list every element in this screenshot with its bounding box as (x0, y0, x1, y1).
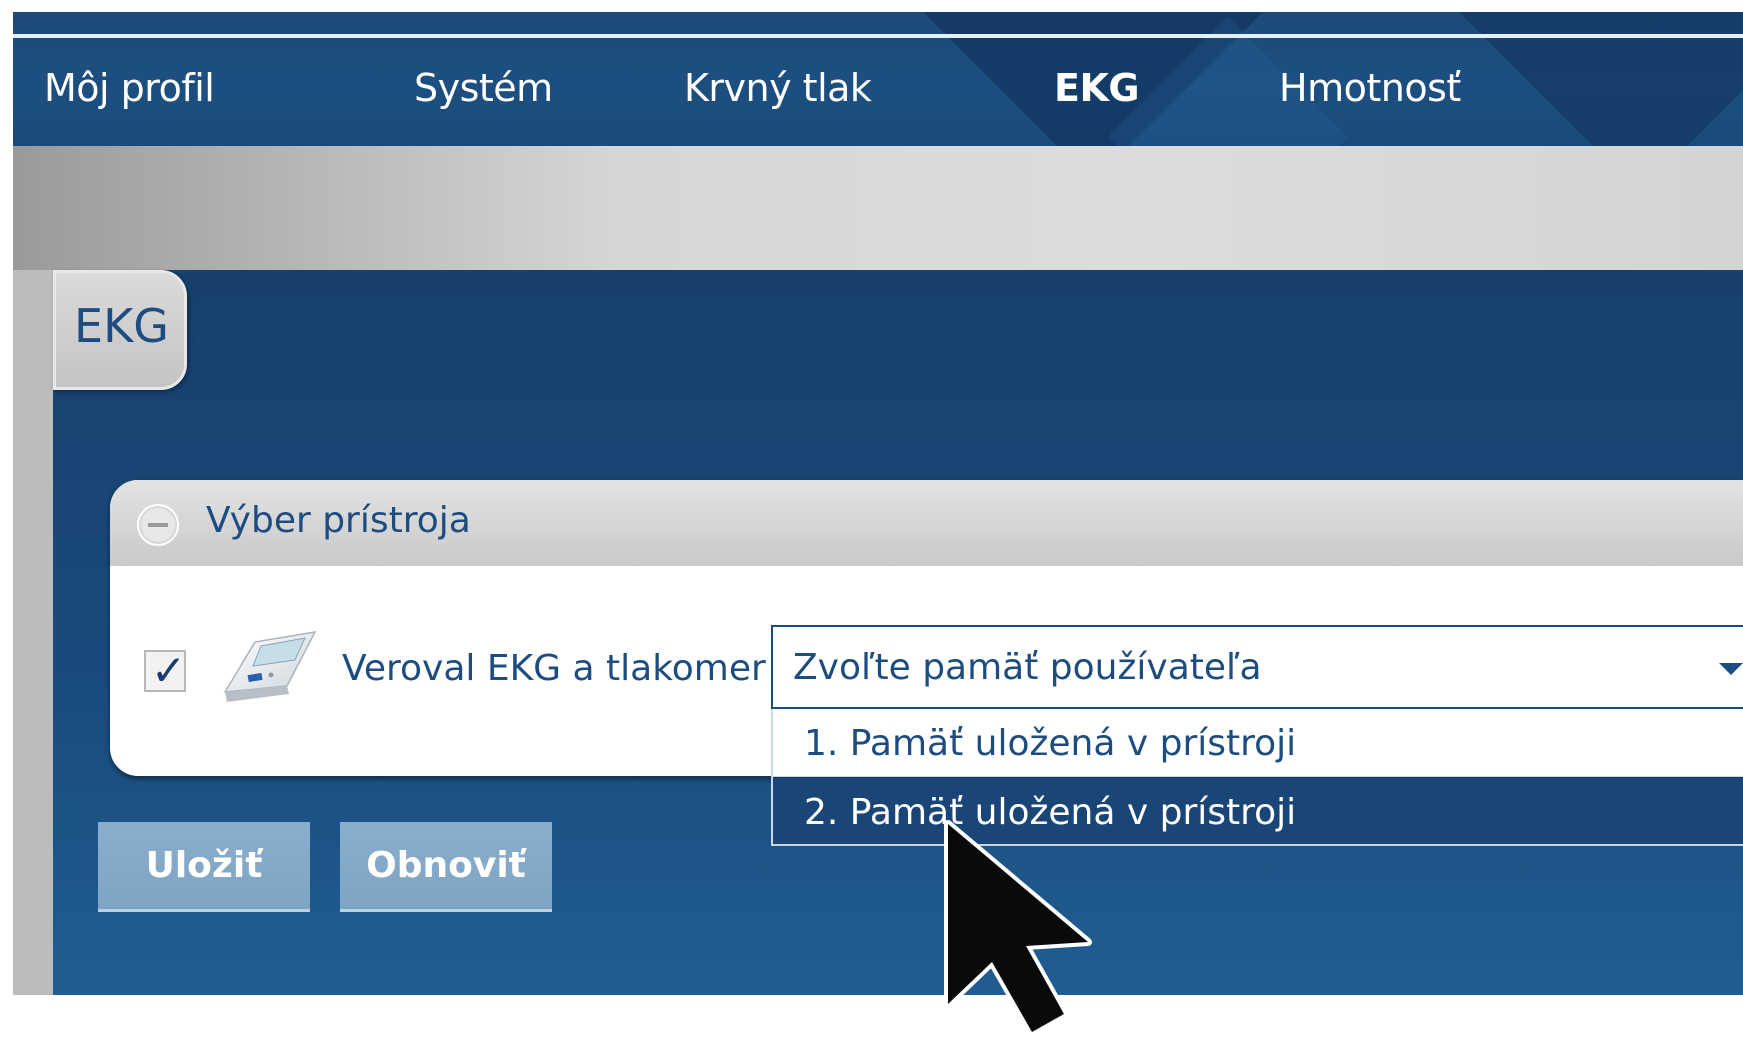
dropdown-option[interactable]: 1. Pamäť uložená v prístroji (773, 709, 1743, 777)
nav-item-system[interactable]: Systém (414, 66, 553, 110)
dropdown-option-label: 1. Pamäť uložená v prístroji (804, 723, 1297, 764)
select-placeholder: Zvoľte pamäť používateľa (793, 647, 1262, 688)
nav-decoration (1442, 12, 1743, 146)
minus-circle-icon[interactable] (137, 504, 179, 546)
save-button[interactable]: Uložiť (98, 822, 310, 912)
left-strip (13, 270, 53, 995)
section-tab-ekg: EKG (53, 270, 187, 390)
card-title: Výber prístroja (206, 500, 471, 541)
chevron-down-icon[interactable] (1719, 663, 1743, 675)
card-header[interactable]: Výber prístroja (110, 480, 1743, 566)
top-navigation (13, 12, 1743, 146)
dropdown-option-highlighted[interactable]: 2. Pamäť uložená v prístroji (773, 778, 1743, 846)
nav-item-weight[interactable]: Hmotnosť (1279, 66, 1461, 110)
user-memory-select[interactable]: Zvoľte pamäť používateľa (771, 625, 1743, 709)
nav-item-blood-pressure[interactable]: Krvný tlak (684, 66, 872, 110)
reset-button[interactable]: Obnoviť (340, 822, 552, 912)
section-tab-label: EKG (74, 299, 169, 353)
nav-item-my-profile[interactable]: Môj profil (44, 66, 215, 110)
nav-item-ekg[interactable]: EKG (1054, 66, 1140, 110)
header-band (13, 146, 1743, 270)
checkmark-icon: ✓ (151, 646, 187, 695)
mouse-cursor-icon (944, 820, 1092, 1036)
nav-top-rule (13, 34, 1743, 38)
memory-dropdown-list: 1. Pamäť uložená v prístroji 2. Pamäť ul… (771, 709, 1743, 846)
blood-pressure-monitor-icon (223, 631, 317, 702)
device-checkbox[interactable]: ✓ (144, 646, 186, 695)
device-label: Veroval EKG a tlakomer (342, 648, 766, 689)
